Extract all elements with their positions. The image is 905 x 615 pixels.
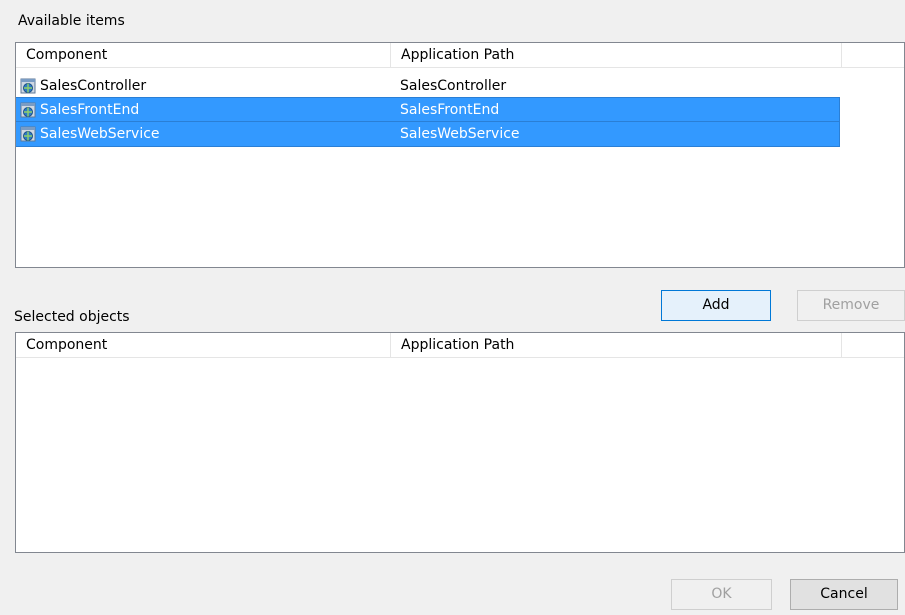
application-path-cell: SalesWebService xyxy=(400,126,520,142)
column-header-component[interactable]: Component xyxy=(16,333,391,357)
column-header-application-path[interactable]: Application Path xyxy=(391,43,842,67)
web-service-icon xyxy=(20,125,38,143)
column-header-filler xyxy=(842,333,904,357)
selected-list-header: Component Application Path xyxy=(16,333,904,358)
component-cell: SalesController xyxy=(40,78,147,94)
selected-objects-label: Selected objects xyxy=(14,309,130,325)
column-header-filler xyxy=(842,43,904,67)
available-items-list[interactable]: Component Application Path SalesControll… xyxy=(15,42,905,268)
ok-button[interactable]: OK xyxy=(671,579,772,610)
component-cell: SalesFrontEnd xyxy=(40,102,140,118)
application-path-cell: SalesFrontEnd xyxy=(400,102,500,118)
available-items-label: Available items xyxy=(18,13,125,29)
application-path-cell: SalesController xyxy=(400,78,507,94)
column-header-component[interactable]: Component xyxy=(16,43,391,67)
column-header-application-path[interactable]: Application Path xyxy=(391,333,842,357)
list-item-salesfrontend[interactable]: SalesFrontEnd SalesFrontEnd xyxy=(16,97,840,123)
web-service-icon xyxy=(20,101,38,119)
available-list-header: Component Application Path xyxy=(16,43,904,68)
list-item-saleswebservice[interactable]: SalesWebService SalesWebService xyxy=(16,121,840,147)
remove-button[interactable]: Remove xyxy=(797,290,905,321)
component-cell: SalesWebService xyxy=(40,126,160,142)
add-button[interactable]: Add xyxy=(661,290,771,321)
web-service-icon xyxy=(20,77,38,95)
cancel-button[interactable]: Cancel xyxy=(790,579,898,610)
selected-objects-list[interactable]: Component Application Path xyxy=(15,332,905,553)
list-item-salescontroller[interactable]: SalesController SalesController xyxy=(16,74,839,98)
